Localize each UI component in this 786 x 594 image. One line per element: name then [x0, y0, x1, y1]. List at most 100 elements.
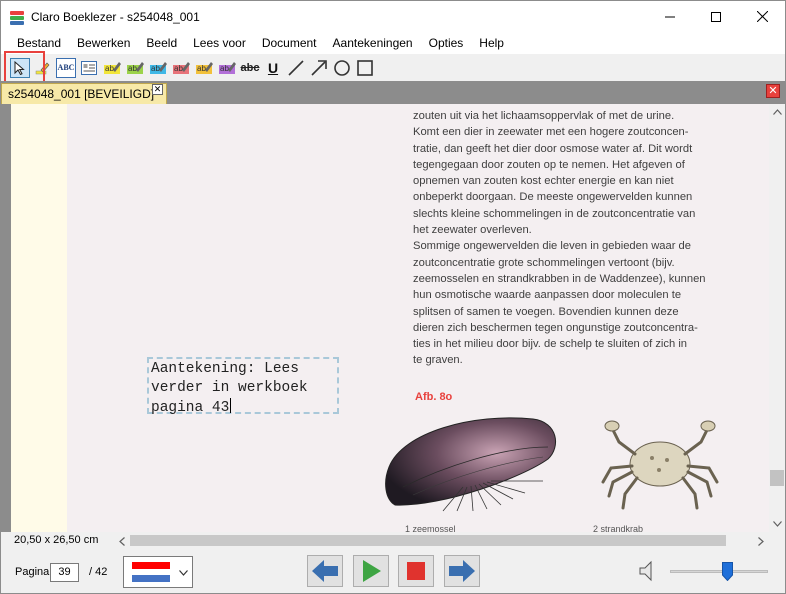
text-line: tegengegaan door zouten op te nemen. Het… — [413, 158, 685, 171]
app-window: Claro Boeklezer - s254048_001 Bestand Be… — [0, 0, 786, 594]
pen-tool-button[interactable] — [33, 58, 53, 78]
line-tool-button[interactable] — [286, 58, 306, 78]
svg-text:ab: ab — [128, 64, 137, 73]
left-gutter — [1, 104, 11, 532]
crab-illustration — [601, 420, 719, 510]
menu-lees-voor[interactable]: Lees voor — [185, 32, 254, 54]
strikethrough-button[interactable]: abc — [240, 58, 260, 78]
text-box-button[interactable] — [79, 58, 99, 78]
text-line: te graven. — [413, 354, 463, 367]
text-line: tratie, dan geeft het dier door osmose w… — [413, 142, 693, 155]
app-logo-icon — [9, 9, 25, 25]
menu-bar: Bestand Bewerken Beeld Lees voor Documen… — [1, 32, 785, 54]
spellcheck-button[interactable]: ABC — [56, 57, 76, 78]
text-line: zouten uit via het lichaamsoppervlak of … — [413, 110, 675, 122]
abc-text: ABC — [57, 63, 75, 72]
annotation-textbox[interactable]: Aantekening: Lees verder in werkboek pag… — [147, 357, 339, 416]
vertical-scrollbar[interactable] — [769, 104, 785, 532]
close-button[interactable] — [739, 1, 785, 32]
figure-caption-crab: 2 strandkrab — [593, 524, 644, 532]
page-number-input[interactable]: 39 — [50, 563, 79, 582]
underline-button[interactable]: U — [263, 58, 283, 78]
speaker-icon[interactable] — [638, 560, 658, 582]
previous-button[interactable] — [307, 555, 343, 587]
highlight-orange-button[interactable]: ab — [194, 58, 214, 78]
underline-icon: U — [267, 59, 279, 76]
menu-bestand[interactable]: Bestand — [9, 32, 69, 54]
minimize-icon — [665, 16, 675, 17]
menu-beeld[interactable]: Beeld — [138, 32, 185, 54]
highlight-purple-button[interactable]: ab — [217, 58, 237, 78]
figure-caption-mussel: 1 zeemossel — [405, 524, 456, 532]
select-tool-button[interactable] — [10, 57, 30, 78]
svg-text:ab: ab — [220, 64, 229, 73]
window-title: Claro Boeklezer - s254048_001 — [31, 9, 200, 24]
highlighter-blue-icon: ab — [150, 61, 167, 74]
text-frame-icon — [81, 60, 97, 75]
maximize-icon — [711, 11, 721, 22]
scroll-left-icon[interactable] — [114, 533, 130, 549]
text-caret — [230, 398, 232, 413]
line-icon — [288, 59, 304, 76]
scroll-right-icon[interactable] — [753, 533, 769, 549]
document-tab[interactable]: s254048_001 [BEVEILIGD]* ✕ — [1, 83, 167, 104]
horizontal-scroll-thumb[interactable] — [130, 535, 726, 546]
play-icon — [363, 560, 381, 582]
scroll-up-icon[interactable] — [769, 104, 785, 120]
page-total-label: / 42 — [89, 566, 108, 578]
annotation-line: Aantekening: Lees — [151, 361, 299, 377]
volume-slider-thumb[interactable] — [722, 562, 733, 582]
document-viewer[interactable]: zouten uit via het lichaamsoppervlak of … — [1, 104, 769, 532]
text-line: zoutconcentratie grote schommelingen ver… — [413, 256, 675, 269]
menu-bewerken[interactable]: Bewerken — [69, 32, 138, 54]
highlight-yellow-button[interactable]: ab — [102, 58, 122, 78]
menu-aantekeningen[interactable]: Aantekeningen — [325, 32, 421, 54]
menu-document[interactable]: Document — [254, 32, 325, 54]
chevron-down-icon — [179, 568, 188, 579]
page-size-label: 20,50 x 26,50 cm — [14, 534, 99, 546]
volume-slider[interactable] — [670, 570, 768, 573]
text-line: hun osmotische waarde aanpassen door mol… — [413, 289, 682, 302]
highlight-green-button[interactable]: ab — [125, 58, 145, 78]
status-bar: 20,50 x 26,50 cm — [1, 532, 785, 549]
close-document-icon[interactable]: ✕ — [766, 84, 780, 98]
highlight-red-button[interactable]: ab — [171, 58, 191, 78]
page-body-text: zouten uit via het lichaamsoppervlak of … — [413, 108, 733, 369]
text-line: slechts kleine schommelingen in de zoutc… — [413, 207, 696, 220]
annotation-toolbar: ABC ab ab ab ab ab ab abc U — [1, 54, 785, 81]
highlighter-orange-icon: ab — [196, 61, 213, 74]
circle-icon — [334, 59, 350, 76]
rectangle-tool-button[interactable] — [355, 58, 375, 78]
tab-close-icon[interactable]: ✕ — [152, 84, 163, 95]
text-line: het zeewater overleven. — [413, 224, 532, 237]
play-button[interactable] — [353, 555, 389, 587]
text-line: ties in het milieu door bijv. de schelp … — [413, 338, 688, 351]
arrow-tool-button[interactable] — [309, 58, 329, 78]
horizontal-scrollbar[interactable] — [114, 533, 769, 548]
dutch-flag-icon — [132, 562, 170, 582]
text-line: opnemen van zouten kost echter energie e… — [413, 175, 674, 188]
text-line: onbeperkt doorgaan. De meeste ongewervel… — [413, 191, 693, 204]
circle-tool-button[interactable] — [332, 58, 352, 78]
highlight-blue-button[interactable]: ab — [148, 58, 168, 78]
annotation-line: verder in werkboek — [151, 380, 308, 396]
minimize-button[interactable] — [647, 1, 693, 32]
highlighter-red-icon: ab — [173, 61, 190, 74]
maximize-button[interactable] — [693, 1, 739, 32]
stop-button[interactable] — [398, 555, 434, 587]
svg-text:ab: ab — [151, 64, 160, 73]
vertical-scroll-thumb[interactable] — [770, 470, 784, 486]
menu-opties[interactable]: Opties — [421, 32, 472, 54]
next-button[interactable] — [444, 555, 480, 587]
menu-help[interactable]: Help — [471, 32, 512, 54]
page-label: Pagina — [15, 566, 50, 578]
arrow-icon — [311, 59, 327, 76]
scroll-down-icon[interactable] — [769, 516, 785, 532]
language-select[interactable] — [123, 556, 193, 588]
pencil-icon — [35, 62, 50, 74]
stop-icon — [407, 562, 425, 580]
arrow-left-icon — [312, 560, 338, 582]
text-line: Komt een dier in zeewater met een hogere… — [413, 126, 689, 139]
mussel-illustration — [385, 417, 556, 512]
highlighter-green-icon: ab — [127, 61, 144, 74]
